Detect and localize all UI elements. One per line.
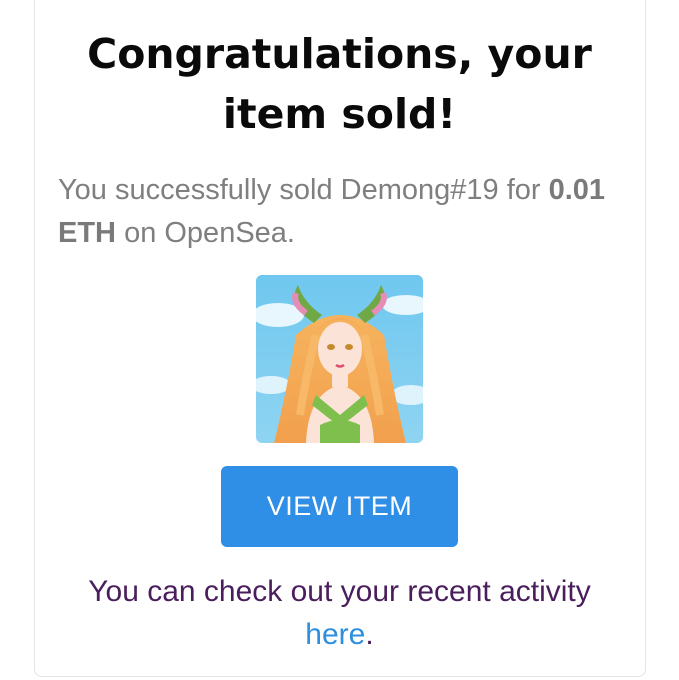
view-item-button[interactable]: VIEW ITEM <box>221 466 458 547</box>
sale-message-suffix: on OpenSea. <box>124 217 295 249</box>
success-heading: Congratulations, your item sold! <box>40 24 639 144</box>
nft-artwork <box>256 275 423 443</box>
sale-message-prefix: You successfully sold Demong#19 for <box>58 174 541 206</box>
footer-period: . <box>365 618 374 651</box>
footer-text: You can check out your recent activity <box>88 575 591 608</box>
sale-message: You successfully sold Demong#19 for 0.01… <box>58 169 623 255</box>
item-image[interactable] <box>256 275 423 443</box>
heading-line-1: Congratulations, your <box>87 30 592 78</box>
heading-line-2: item sold! <box>222 90 457 138</box>
recent-activity-link[interactable]: here <box>305 618 365 651</box>
activity-footer: You can check out your recent activity h… <box>40 570 639 656</box>
